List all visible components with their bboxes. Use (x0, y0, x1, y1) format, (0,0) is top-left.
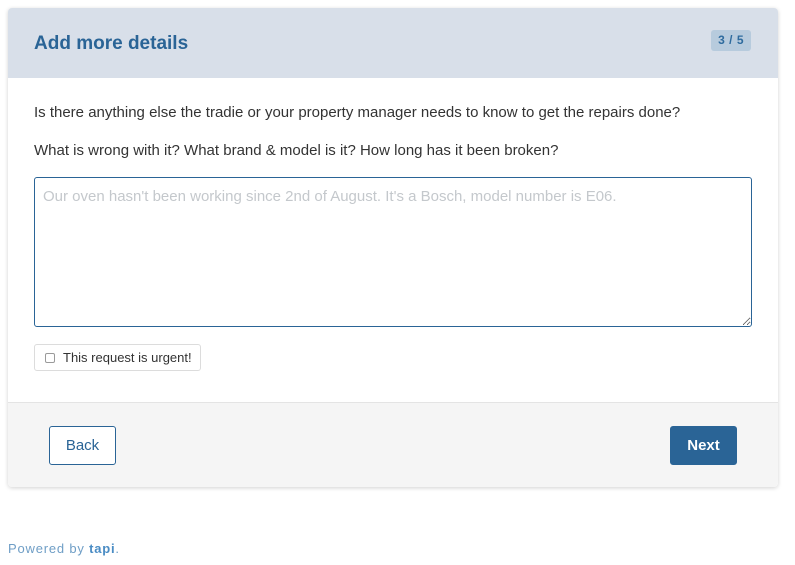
page-title: Add more details (34, 33, 189, 54)
next-button[interactable]: Next (670, 426, 737, 465)
urgent-checkbox[interactable] (45, 352, 55, 363)
details-card: Add more details 3 / 5 Is there anything… (8, 8, 778, 487)
card-footer: Back Next (8, 402, 778, 487)
details-textarea[interactable] (34, 177, 752, 327)
card-header: Add more details 3 / 5 (8, 8, 778, 78)
back-button[interactable]: Back (49, 426, 116, 465)
question-text: Is there anything else the tradie or you… (34, 104, 681, 121)
urgent-checkbox-label: This request is urgent! (63, 350, 192, 365)
powered-by-suffix: . (115, 541, 120, 556)
powered-by: Powered by tapi. (8, 540, 120, 558)
urgent-checkbox-container[interactable]: This request is urgent! (34, 344, 201, 371)
hint-text: What is wrong with it? What brand & mode… (34, 142, 559, 159)
brand-link[interactable]: tapi (89, 541, 115, 556)
powered-by-prefix: Powered by (8, 541, 85, 556)
step-badge: 3 / 5 (711, 30, 751, 51)
